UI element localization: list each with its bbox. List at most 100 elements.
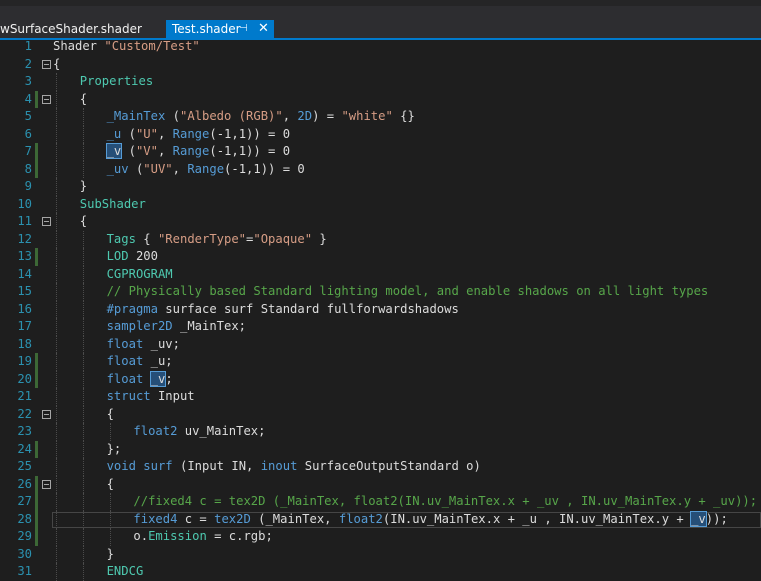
indent-guide	[82, 318, 84, 336]
code-token: "UV"	[143, 161, 173, 176]
code-token: Range	[187, 161, 225, 176]
code-line[interactable]: 12 Tags { "RenderType"="Opaque" }	[0, 230, 761, 249]
code-text: LOD 200	[107, 248, 158, 266]
indent-guide	[56, 300, 57, 318]
code-token: struct	[106, 389, 151, 403]
code-line[interactable]: 20 float _v;	[0, 370, 761, 388]
code-token: uv_MainTex;	[177, 424, 266, 438]
code-line[interactable]: 28 fixed4 c = tex2D (_MainTex, float2(IN.…	[0, 510, 761, 529]
code-line[interactable]: 22 {	[0, 405, 761, 423]
code-token: Input	[150, 389, 195, 403]
code-token: (IN.uv_MainTex.x + _u , IN.uv_MainTex.y …	[382, 511, 692, 526]
code-token: Shader	[53, 39, 105, 53]
code-token: {	[106, 476, 114, 491]
code-line[interactable]: 16 #pragma surface surf Standard fullforw…	[0, 300, 761, 318]
code-line[interactable]: 30}	[0, 545, 761, 563]
code-line[interactable]: 17 sampler2D _MainTex;	[0, 318, 761, 336]
code-token: }	[312, 231, 327, 246]
indent-guide	[82, 475, 84, 493]
indent-guide	[56, 178, 57, 196]
code-line[interactable]: 1 Shader "Custom/Test"	[0, 38, 761, 56]
code-line[interactable]: 19 float _u;	[0, 353, 761, 371]
tab-surface-shader[interactable]: wSurfaceShader.shader	[0, 20, 160, 38]
code-token: Range	[172, 126, 210, 141]
code-line[interactable]: 18 float _uv;	[0, 335, 761, 353]
code-token: ENDCG	[106, 564, 144, 578]
code-token: _MainTex	[106, 109, 166, 123]
collapse-icon[interactable]	[42, 217, 51, 226]
close-icon[interactable]: ✕	[258, 20, 269, 38]
code-token: inout	[260, 459, 298, 473]
code-token: float	[106, 354, 144, 368]
line-number: 2	[24, 56, 32, 71]
code-line[interactable]: 15 // Physically based Standard lighting …	[0, 283, 761, 301]
indent-guide	[56, 528, 57, 546]
code-line[interactable]: 7 _v ("V", Range(-1,1)) = 0	[0, 143, 761, 161]
code-line[interactable]: 24};	[0, 440, 761, 458]
code-text: {	[53, 56, 60, 74]
code-line[interactable]: 23 float2 uv_MainTex;	[0, 423, 761, 441]
code-line[interactable]: 2{	[0, 56, 761, 74]
code-token: (	[121, 126, 136, 141]
code-token: _v	[105, 143, 123, 159]
tab-test-shader[interactable]: Test.shader ⊣ ✕	[166, 20, 274, 38]
code-editor[interactable]: 1 Shader "Custom/Test" 2{3 Properties 4{5 _Ma…	[0, 38, 761, 581]
code-line[interactable]: 6 _u ("U", Range(-1,1)) = 0	[0, 125, 761, 143]
indent-guide	[56, 125, 57, 143]
change-marker	[35, 440, 38, 458]
code-text: {	[80, 213, 87, 231]
code-token: (	[128, 161, 144, 176]
code-text: _v ("V", Range(-1,1)) = 0	[105, 143, 291, 161]
code-token: void	[106, 459, 136, 473]
code-line[interactable]: 13 LOD 200	[0, 248, 761, 266]
code-token: ,	[157, 144, 173, 158]
indent-guide	[56, 458, 57, 476]
code-text: // Physically based Standard lighting mo…	[107, 283, 709, 301]
code-line[interactable]: 27 //fixed4 c = tex2D (_MainTex, float2(I…	[0, 493, 761, 511]
code-line[interactable]: 21 struct Input	[0, 388, 761, 406]
code-text: Tags { "RenderType"="Opaque" }	[107, 231, 327, 249]
code-line[interactable]: 5 _MainTex ("Albedo (RGB)", 2D) = "white"…	[0, 108, 761, 126]
code-text: fixed4 c = tex2D (_MainTex, float2(IN.uv…	[133, 510, 728, 529]
code-text: SubShader	[80, 196, 146, 214]
code-token: surf	[143, 459, 173, 473]
code-line[interactable]: 29 o.Emission = c.rgb;	[0, 528, 761, 546]
code-token: //fixed4 c = tex2D (_MainTex, float2(IN.…	[133, 494, 758, 508]
code-token: (-1,1)) = 0	[209, 126, 291, 141]
code-line[interactable]: 25 void surf (Input IN, inout SurfaceOutp…	[0, 458, 761, 476]
code-text: _MainTex ("Albedo (RGB)", 2D) = "white" …	[107, 108, 415, 126]
code-line[interactable]: 10 SubShader	[0, 195, 761, 214]
collapse-icon[interactable]	[42, 94, 51, 104]
code-token: {	[79, 91, 88, 106]
code-token: "RenderType"	[157, 231, 247, 246]
pin-icon[interactable]: ⊣	[239, 20, 248, 38]
indent-guide	[82, 388, 84, 406]
code-token: (-1,1)) = 0	[209, 144, 291, 158]
code-line[interactable]: 26 {	[0, 475, 761, 494]
collapse-icon[interactable]	[42, 479, 51, 489]
collapse-icon[interactable]	[42, 59, 51, 69]
code-token: (_MainTex,	[250, 511, 339, 526]
code-token: // Physically based Standard lighting mo…	[106, 284, 709, 298]
line-number: 4	[24, 91, 32, 106]
code-text: ENDCG	[107, 563, 144, 581]
code-line[interactable]: 11 {	[0, 213, 761, 231]
collapse-icon[interactable]	[42, 409, 51, 419]
code-line[interactable]: 9}	[0, 178, 761, 196]
line-number: 16	[17, 301, 32, 316]
code-token: LOD	[106, 249, 129, 263]
code-line[interactable]: 4{	[0, 90, 761, 108]
code-token: CGPROGRAM	[106, 266, 173, 281]
code-token: Range	[172, 144, 210, 158]
code-text: {	[107, 476, 114, 494]
indent-guide	[82, 265, 84, 283]
code-line[interactable]: 14 CGPROGRAM	[0, 265, 761, 283]
code-line[interactable]: 8 _uv ("UV", Range(-1,1)) = 0	[0, 160, 761, 178]
code-line[interactable]: 3 Properties	[0, 73, 761, 91]
code-token: "Opaque"	[253, 231, 313, 246]
code-token: _MainTex;	[172, 319, 247, 333]
indent-guide	[56, 493, 57, 511]
indent-guide	[82, 528, 84, 546]
code-line[interactable]: 31 ENDCG	[0, 563, 761, 581]
indent-guide	[56, 160, 57, 178]
